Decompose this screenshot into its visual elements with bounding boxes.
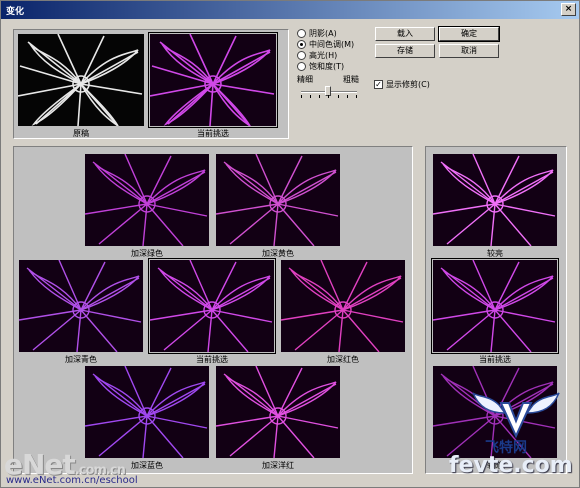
flower-magenta-image [85, 154, 208, 246]
lighter-thumbnail[interactable] [433, 154, 557, 246]
save-button[interactable]: 存储 [375, 44, 435, 58]
show-clipping-label: 显示修剪(C) [386, 80, 430, 89]
flower-magenta-image [19, 260, 142, 352]
brightness-current-pick-thumbnail[interactable] [431, 258, 559, 354]
more-magenta-thumbnail[interactable] [216, 366, 340, 458]
current-pick-thumbnail[interactable] [148, 32, 278, 128]
more-red-label: 加深红色 [327, 355, 359, 364]
ok-button[interactable]: 确定 [438, 26, 500, 42]
more-red-thumbnail[interactable] [281, 260, 405, 352]
enet-url-watermark: www.eNet.com.cn/eschool [6, 475, 138, 486]
current-pick-label: 当前挑选 [197, 129, 229, 138]
more-green-label: 加深绿色 [131, 249, 163, 258]
flower-magenta-image [281, 260, 404, 352]
flower-outline-image [18, 34, 143, 126]
more-cyan-label: 加深青色 [65, 355, 97, 364]
original-label: 原稿 [73, 129, 89, 138]
load-button[interactable]: 载入 [375, 27, 435, 41]
more-green-thumbnail[interactable] [85, 154, 209, 246]
variations-current-pick-label: 当前挑选 [196, 355, 228, 364]
radio-saturation-label: 饱和度(T) [309, 61, 345, 71]
more-blue-thumbnail[interactable] [85, 366, 209, 458]
show-clipping-checkbox[interactable]: ✓ [374, 80, 383, 89]
radio-saturation-circle[interactable] [297, 61, 306, 71]
flower-magenta-image [216, 154, 339, 246]
flower-magenta-image [433, 154, 556, 246]
brightness-current-pick-label: 当前挑选 [479, 355, 511, 364]
title-bar[interactable]: 变化 × [1, 1, 579, 19]
radio-shadows-circle[interactable] [297, 28, 306, 38]
coarse-label: 粗糙 [343, 75, 359, 84]
more-yellow-thumbnail[interactable] [216, 154, 340, 246]
radio-saturation[interactable]: 饱和度(T) [297, 60, 344, 72]
more-yellow-label: 加深黄色 [262, 249, 294, 258]
original-thumbnail[interactable] [18, 34, 144, 126]
radio-highlights-label: 高光(H) [309, 50, 338, 60]
show-clipping-checkbox-row[interactable]: ✓ 显示修剪(C) [374, 79, 430, 90]
cancel-button[interactable]: 取消 [439, 44, 499, 58]
slider-ticks [301, 95, 357, 98]
flower-magenta-image [433, 260, 556, 352]
more-cyan-thumbnail[interactable] [19, 260, 143, 352]
flower-magenta-image [150, 34, 275, 126]
radio-highlights-circle[interactable] [297, 50, 306, 60]
more-magenta-label: 加深洋红 [262, 461, 294, 470]
slider-labels: 精细 粗糙 [297, 74, 359, 85]
fine-label: 精细 [297, 75, 313, 84]
dialog-title: 变化 [6, 7, 25, 17]
close-button[interactable]: × [561, 3, 576, 16]
fevte-watermark: fevte.com [449, 453, 573, 478]
flower-magenta-image [216, 366, 339, 458]
fevte-logo-icon [472, 392, 560, 439]
variations-current-pick-thumbnail[interactable] [148, 258, 276, 354]
lighter-label: 较亮 [487, 249, 503, 258]
radio-shadows-label: 阴影(A) [309, 28, 337, 38]
radio-midtones-circle[interactable] [297, 39, 306, 49]
flower-magenta-image [150, 260, 273, 352]
variations-dialog: 变化 × 原稿 当前挑选 阴影(A) 中间色调(M) 高光(H) 饱和度(T) … [0, 0, 580, 488]
flower-magenta-image [85, 366, 208, 458]
radio-midtones-label: 中间色调(M) [309, 39, 355, 49]
